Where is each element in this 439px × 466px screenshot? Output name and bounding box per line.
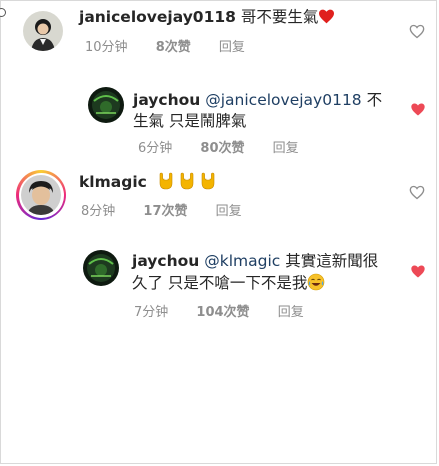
comment-meta: 6分钟 80次赞 回复: [138, 137, 299, 156]
avatar-klmagic[interactable]: [21, 175, 61, 215]
comment-time: 7分钟: [134, 305, 169, 320]
avatar-jaychou[interactable]: [83, 250, 119, 286]
comment-text: 不: [361, 91, 383, 109]
comment-likes[interactable]: 8次赞: [156, 40, 191, 55]
heart-filled-icon[interactable]: [410, 264, 426, 279]
comment-meta: 10分钟 8次赞 回复: [85, 36, 245, 55]
avatar-jaychou[interactable]: [88, 87, 124, 123]
rock-hand-emoji-icon: [158, 172, 216, 191]
reply-button[interactable]: 回复: [273, 141, 299, 156]
heart-filled-icon[interactable]: [410, 102, 426, 117]
avatar-janicelovejay0118[interactable]: [23, 11, 63, 51]
comment-text-line-2: 久了 只是不嗆一下不是我: [132, 272, 325, 297]
comment-username[interactable]: jaychou: [133, 91, 200, 109]
mention-link[interactable]: @klmagic: [204, 252, 280, 270]
comment-meta: 7分钟 104次赞 回复: [134, 301, 304, 320]
mention-link[interactable]: @janicelovejay0118: [205, 91, 361, 109]
comment-text-line: klmagic: [79, 171, 216, 196]
heart-outline-icon[interactable]: [409, 24, 425, 39]
comment-text: 哥不要生氣: [240, 8, 319, 26]
comment-text-line: janicelovejay0118 哥不要生氣: [79, 6, 335, 30]
comment-text-line-2: 生氣 只是鬧脾氣: [133, 112, 247, 130]
comment-meta: 8分钟 17次赞 回复: [81, 200, 242, 219]
comment-username[interactable]: klmagic: [79, 173, 147, 191]
comment-time: 8分钟: [81, 204, 116, 219]
screenshot-frame: [0, 0, 437, 464]
comment-text-line: jaychou @klmagic 其實這新聞很: [132, 250, 378, 272]
comment-time: 10分钟: [85, 40, 128, 55]
comment-text: 久了 只是不嗆一下不是我: [132, 274, 308, 292]
comment-text-line: jaychou @janicelovejay0118 不: [133, 89, 382, 111]
comment-likes[interactable]: 104次赞: [196, 305, 249, 320]
red-heart-emoji-icon: [318, 8, 335, 30]
reply-button[interactable]: 回复: [216, 204, 242, 219]
reply-button[interactable]: 回复: [278, 305, 304, 320]
heart-outline-icon[interactable]: [409, 185, 425, 200]
comment-time: 6分钟: [138, 141, 173, 156]
reply-button[interactable]: 回复: [219, 40, 245, 55]
comment-username[interactable]: jaychou: [132, 252, 199, 270]
comment-username[interactable]: janicelovejay0118: [79, 8, 236, 26]
comment-text: 其實這新聞很: [280, 252, 379, 270]
comment-likes[interactable]: 80次赞: [200, 141, 244, 156]
comment-likes[interactable]: 17次赞: [143, 204, 187, 219]
tears-of-joy-emoji-icon: [307, 273, 325, 297]
